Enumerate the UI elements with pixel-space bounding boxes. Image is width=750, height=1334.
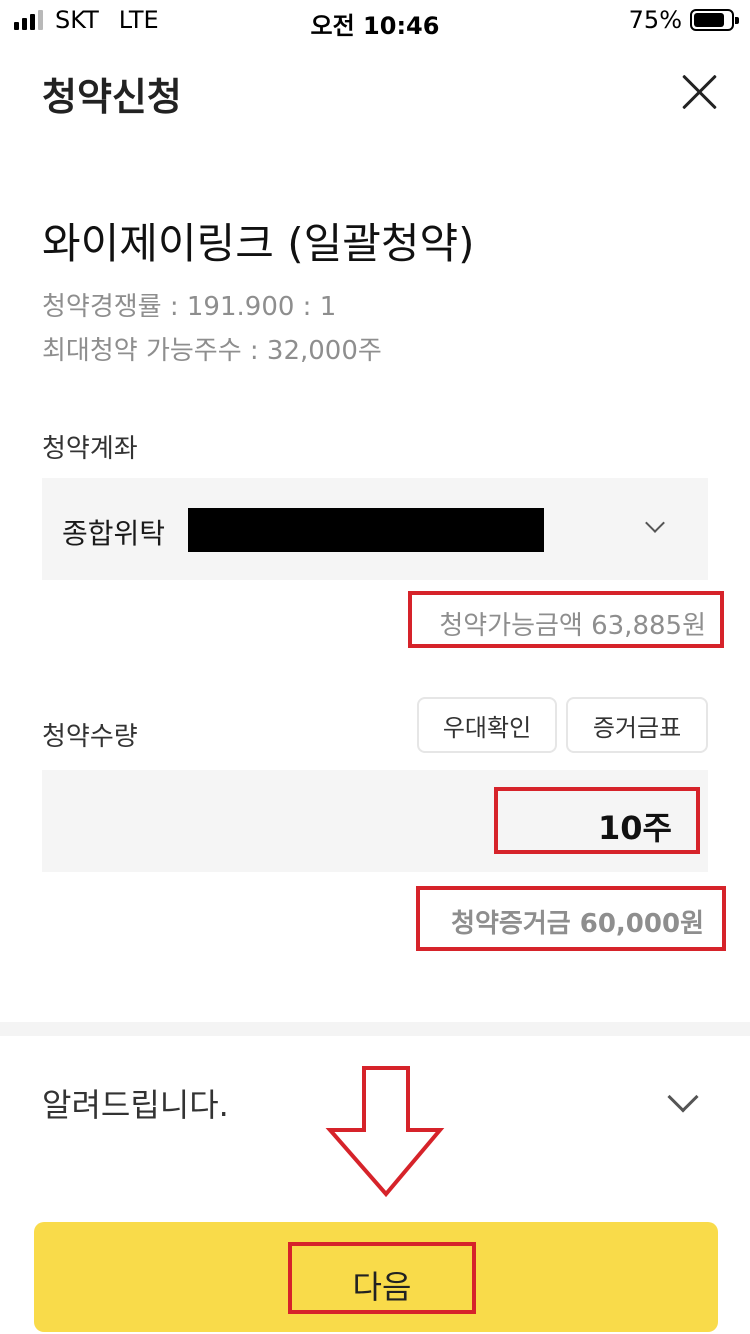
preference-check-button[interactable]: 우대확인 — [417, 697, 557, 753]
quantity-highlight: 10주 — [494, 787, 700, 854]
next-button-highlight: 다음 — [288, 1242, 476, 1314]
competition-rate: 청약경쟁률 : 191.900 : 1 — [42, 292, 337, 322]
notice-label: 알려드립니다. — [42, 1086, 229, 1124]
quantity-value: 10주 — [598, 809, 672, 847]
battery-percent: 75% — [628, 6, 682, 34]
chevron-down-icon — [667, 1081, 699, 1113]
stock-name: 와이제이링크 (일괄청약) — [42, 219, 475, 268]
available-amount: 청약가능금액 63,885원 — [439, 611, 706, 641]
status-bar: SKT LTE 오전 10:46 75% — [0, 0, 750, 42]
section-divider — [0, 1022, 750, 1036]
account-number-redacted — [188, 508, 544, 552]
available-amount-highlight: 청약가능금액 63,885원 — [408, 591, 724, 648]
max-shares: 최대청약 가능주수 : 32,000주 — [42, 336, 382, 366]
margin-table-button[interactable]: 증거금표 — [566, 697, 708, 753]
status-right: 75% — [628, 6, 739, 34]
deposit-amount: 청약증거금 60,000원 — [451, 909, 704, 939]
account-select[interactable]: 종합위탁 — [42, 478, 708, 580]
battery-icon — [690, 9, 739, 31]
account-label: 청약계좌 — [42, 434, 138, 464]
page-title: 청약신청 — [42, 75, 182, 119]
deposit-highlight: 청약증거금 60,000원 — [416, 886, 726, 951]
account-type: 종합위탁 — [62, 517, 166, 550]
arrow-down-icon — [325, 1066, 445, 1198]
subscription-screen: SKT LTE 오전 10:46 75% 청약신청 와이제이링크 (일괄청약) … — [0, 0, 750, 1334]
chevron-down-icon — [645, 513, 665, 533]
close-icon[interactable] — [678, 70, 722, 114]
next-button-label: 다음 — [352, 1268, 412, 1306]
quantity-label: 청약수량 — [42, 722, 138, 752]
